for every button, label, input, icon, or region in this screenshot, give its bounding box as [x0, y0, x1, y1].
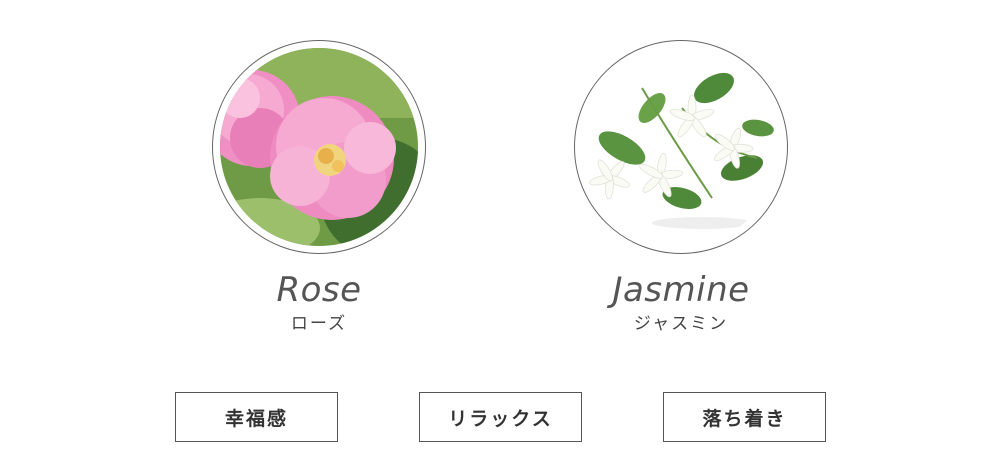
rose-image-frame	[212, 40, 426, 254]
tag-calm[interactable]: 落ち着き	[663, 392, 826, 442]
jasmine-image-frame	[574, 40, 788, 254]
tag-happiness[interactable]: 幸福感	[175, 392, 338, 442]
flower-card-rose: Rose ローズ	[199, 40, 439, 336]
flower-card-jasmine: Jasmine ジャスミン	[561, 40, 801, 336]
jasmine-name-english: Jasmine	[612, 270, 750, 310]
tag-relax[interactable]: リラックス	[419, 392, 582, 442]
rose-name-japanese: ローズ	[290, 314, 348, 334]
jasmine-name-japanese: ジャスミン	[633, 314, 729, 334]
rose-name-english: Rose	[276, 270, 362, 310]
jasmine-image	[582, 48, 780, 246]
rose-image	[220, 48, 418, 246]
